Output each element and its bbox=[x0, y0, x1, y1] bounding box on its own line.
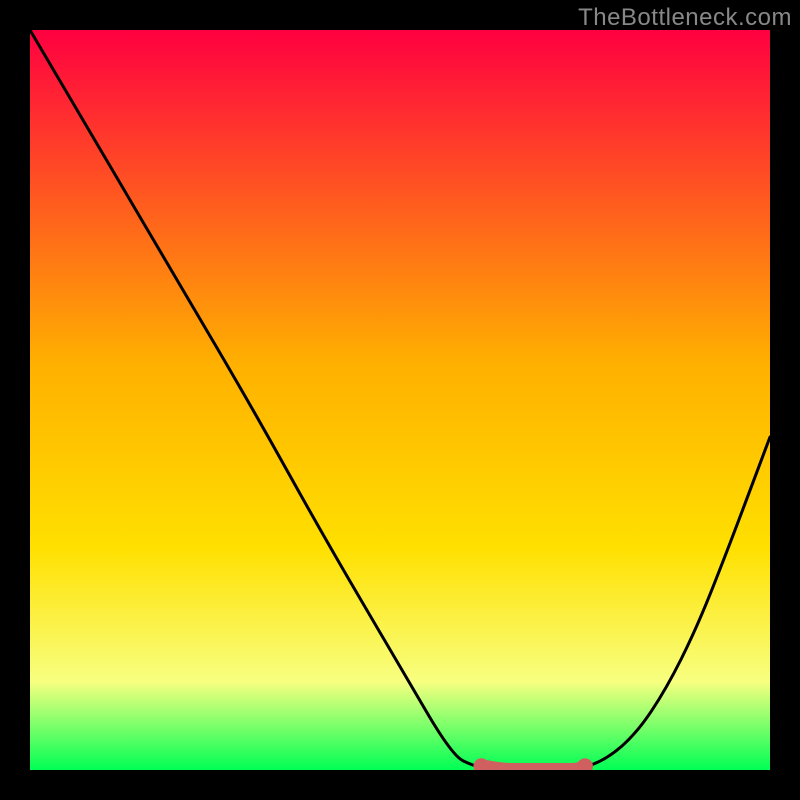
watermark-label: TheBottleneck.com bbox=[578, 4, 792, 32]
chart-svg bbox=[30, 30, 770, 770]
gradient-background bbox=[30, 30, 770, 770]
plot-area bbox=[30, 30, 770, 770]
series-highlight-band bbox=[481, 766, 585, 770]
chart-container: TheBottleneck.com bbox=[0, 0, 800, 800]
